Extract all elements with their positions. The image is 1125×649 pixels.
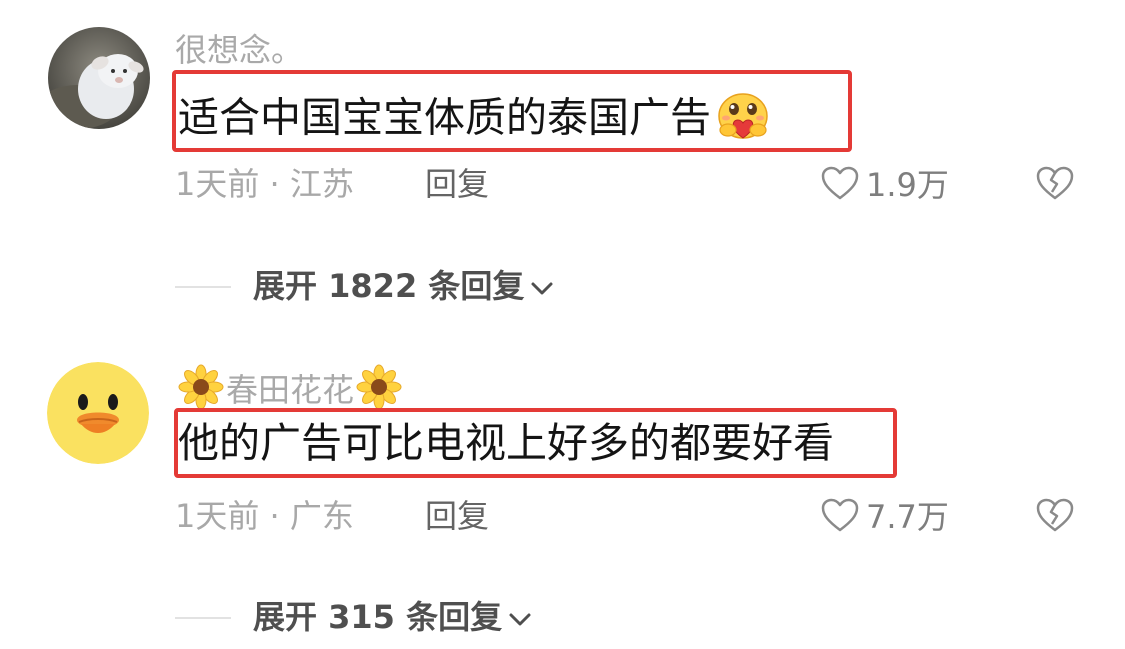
reply-button[interactable]: 回复 [425, 500, 489, 532]
comment-time-location: 1天前 · 广东 [175, 497, 354, 535]
expand-replies-button[interactable]: 展开 315 条回复 [253, 601, 532, 633]
divider-line [175, 286, 231, 288]
like-count: 1.9万 [866, 166, 949, 204]
reply-button[interactable]: 回复 [425, 168, 489, 200]
comment-list: 很想念。 适合中国宝宝体质的泰国广告 1天前 · 江苏 回复 1.9万 展开 1… [0, 0, 1125, 649]
comment-username[interactable]: 很想念。 [175, 34, 303, 66]
hugging-heart-emoji-icon [713, 90, 773, 151]
comment-text: 适合中国宝宝体质的泰国广告 [178, 93, 711, 142]
expand-replies-button[interactable]: 展开 1822 条回复 [253, 270, 554, 302]
user-avatar-chick[interactable] [47, 362, 149, 464]
comment-text-row: 适合中国宝宝体质的泰国广告 [178, 90, 773, 151]
chevron-down-icon [502, 601, 532, 633]
comment-time-location: 1天前 · 江苏 [175, 165, 354, 203]
heart-outline-icon [820, 165, 860, 205]
broken-heart-icon[interactable] [1035, 497, 1075, 537]
comment-username: 春田花花 [226, 370, 355, 409]
like-button[interactable]: 1.9万 [820, 165, 949, 205]
like-count: 7.7万 [866, 498, 949, 536]
chevron-down-icon [524, 270, 554, 302]
heart-outline-icon [820, 497, 860, 537]
expand-replies-label: 展开 1822 条回复 [253, 267, 525, 305]
divider-line [175, 617, 231, 619]
user-avatar-lamb[interactable] [48, 27, 150, 129]
broken-heart-icon[interactable] [1035, 165, 1075, 205]
expand-replies-label: 展开 315 条回复 [253, 598, 503, 636]
like-button[interactable]: 7.7万 [820, 497, 949, 537]
comment-text: 他的广告可比电视上好多的都要好看 [178, 419, 834, 467]
